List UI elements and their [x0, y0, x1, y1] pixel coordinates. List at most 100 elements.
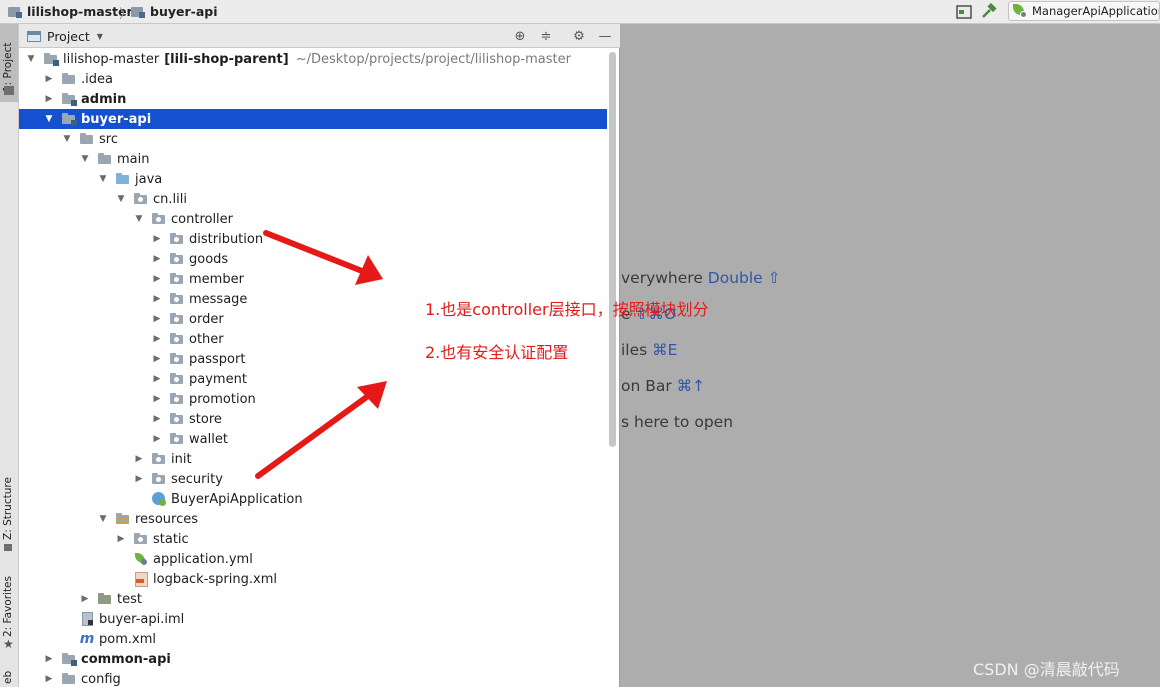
tree-item-label: common-api [81, 651, 171, 667]
collapsed-arrow-icon[interactable]: ▶ [133, 474, 145, 484]
tree-row[interactable]: ▶ security [19, 469, 607, 489]
run-configuration-selector[interactable]: ManagerApiApplication [1008, 1, 1160, 21]
tree-item-label: pom.xml [99, 631, 156, 647]
tree-row[interactable]: buyer-api.iml [19, 609, 607, 629]
collapsed-arrow-icon[interactable]: ▶ [43, 74, 55, 84]
module-folder-icon [61, 92, 77, 106]
watermark: CSDN @清晨敲代码 [973, 660, 1120, 679]
tree-row[interactable]: ▶ test [19, 589, 607, 609]
expanded-arrow-icon[interactable]: ▼ [79, 154, 91, 164]
tree-row[interactable]: ▶ wallet [19, 429, 607, 449]
gear-icon[interactable]: ⚙ [570, 27, 588, 45]
tree-row[interactable]: ▶ store [19, 409, 607, 429]
folder-icon [61, 672, 77, 686]
collapsed-arrow-icon[interactable]: ▶ [43, 654, 55, 664]
package-icon [133, 532, 149, 546]
collapsed-arrow-icon[interactable]: ▶ [115, 534, 127, 544]
project-view-selector[interactable]: Project ▼ [27, 27, 103, 45]
tree-row[interactable]: ▼ buyer-api [19, 109, 607, 129]
tab-favorites[interactable]: 2: Favorites ★ [0, 569, 18, 654]
tree-row[interactable]: ▶ promotion [19, 389, 607, 409]
terminal-window-icon[interactable] [955, 3, 973, 21]
tree-row[interactable]: BuyerApiApplication [19, 489, 607, 509]
run-configuration-label: ManagerApiApplication [1032, 4, 1160, 18]
tree-row[interactable]: ▼ src [19, 129, 607, 149]
expanded-arrow-icon[interactable]: ▼ [115, 194, 127, 204]
tree-row[interactable]: ▶ member [19, 269, 607, 289]
navigation-bar: lilishop-master 〉 buyer-api ManagerApiAp… [0, 0, 1160, 24]
package-icon [169, 312, 185, 326]
tree-item-label: controller [171, 211, 234, 227]
collapsed-arrow-icon[interactable]: ▶ [151, 294, 163, 304]
hide-panel-icon[interactable]: — [596, 27, 614, 45]
tree-row[interactable]: ▼ main [19, 149, 607, 169]
expanded-arrow-icon[interactable]: ▼ [43, 114, 55, 124]
collapsed-arrow-icon[interactable]: ▶ [151, 394, 163, 404]
tree-row[interactable]: ▼ controller [19, 209, 607, 229]
tree-row[interactable]: ▼ lilishop-master [lili-shop-parent] ~/Desk… [19, 49, 607, 69]
collapsed-arrow-icon[interactable]: ▶ [151, 414, 163, 424]
expanded-arrow-icon[interactable]: ▼ [25, 54, 37, 64]
tree-item-label: goods [189, 251, 229, 267]
tree-item-label: store [189, 411, 222, 427]
expanded-arrow-icon[interactable]: ▼ [61, 134, 73, 144]
tree-item-label: buyer-api [81, 111, 152, 127]
tree-item-label: BuyerApiApplication [171, 491, 303, 507]
tab-web[interactable]: eb [0, 664, 18, 687]
tree-row[interactable]: ▶ static [19, 529, 607, 549]
tree-row[interactable]: ▶ config [19, 669, 607, 687]
collapsed-arrow-icon[interactable]: ▶ [151, 334, 163, 344]
package-icon [169, 392, 185, 406]
collapsed-arrow-icon[interactable]: ▶ [151, 434, 163, 444]
collapsed-arrow-icon[interactable]: ▶ [79, 594, 91, 604]
xml-file-icon [133, 572, 149, 587]
tree-row[interactable]: ▼ cn.lili [19, 189, 607, 209]
tree-row[interactable]: ▶ payment [19, 369, 607, 389]
expanded-arrow-icon[interactable]: ▼ [97, 514, 109, 524]
tree-row[interactable]: m pom.xml [19, 629, 607, 649]
package-icon [169, 412, 185, 426]
module-icon [131, 6, 145, 18]
build-hammer-icon[interactable] [980, 3, 998, 21]
collapse-all-icon[interactable]: ≑ [537, 27, 555, 45]
package-icon [169, 332, 185, 346]
tree-row[interactable]: ▶ distribution [19, 229, 607, 249]
tree-row[interactable]: ▼ resources [19, 509, 607, 529]
annotation-note-2: 2.也有安全认证配置 [425, 343, 569, 362]
tab-project[interactable]: 1: Project [0, 24, 18, 102]
tree-row[interactable]: ▶ admin [19, 89, 607, 109]
locate-file-icon[interactable]: ⊕ [511, 27, 529, 45]
breadcrumb-module-label: buyer-api [150, 4, 218, 19]
tree-item-label: passport [189, 351, 246, 367]
collapsed-arrow-icon[interactable]: ▶ [151, 354, 163, 364]
collapsed-arrow-icon[interactable]: ▶ [43, 674, 55, 684]
hint-text: verywhere [621, 269, 708, 287]
expanded-arrow-icon[interactable]: ▼ [97, 174, 109, 184]
collapsed-arrow-icon[interactable]: ▶ [151, 254, 163, 264]
tree-row[interactable]: ▼ java [19, 169, 607, 189]
breadcrumb-project[interactable]: lilishop-master [8, 3, 133, 20]
collapsed-arrow-icon[interactable]: ▶ [151, 274, 163, 284]
tab-project-label: 1: Project [2, 42, 14, 92]
tree-row[interactable]: ▶ .idea [19, 69, 607, 89]
collapsed-arrow-icon[interactable]: ▶ [151, 234, 163, 244]
collapsed-arrow-icon[interactable]: ▶ [151, 374, 163, 384]
tool-window-stripe: 1: Project Z: Structure 2: Favorites ★ e… [0, 24, 19, 687]
tab-structure[interactable]: Z: Structure [0, 474, 18, 554]
collapsed-arrow-icon[interactable]: ▶ [151, 314, 163, 324]
tree-item-label: src [99, 131, 118, 147]
tree-scrollbar[interactable] [609, 52, 616, 447]
tree-row[interactable]: ▶ common-api [19, 649, 607, 669]
tree-row[interactable]: ▶ goods [19, 249, 607, 269]
collapsed-arrow-icon[interactable]: ▶ [133, 454, 145, 464]
tree-row[interactable]: logback-spring.xml [19, 569, 607, 589]
yaml-file-icon [133, 552, 149, 566]
tree-row[interactable]: application.yml [19, 549, 607, 569]
tree-row[interactable]: ▶ init [19, 449, 607, 469]
spring-boot-icon [1013, 4, 1027, 18]
collapsed-arrow-icon[interactable]: ▶ [43, 94, 55, 104]
expanded-arrow-icon[interactable]: ▼ [133, 214, 145, 224]
module-folder-icon [43, 52, 59, 66]
tree-item-module-name: [lili-shop-parent] [164, 51, 289, 67]
breadcrumb-module[interactable]: buyer-api [131, 3, 218, 20]
